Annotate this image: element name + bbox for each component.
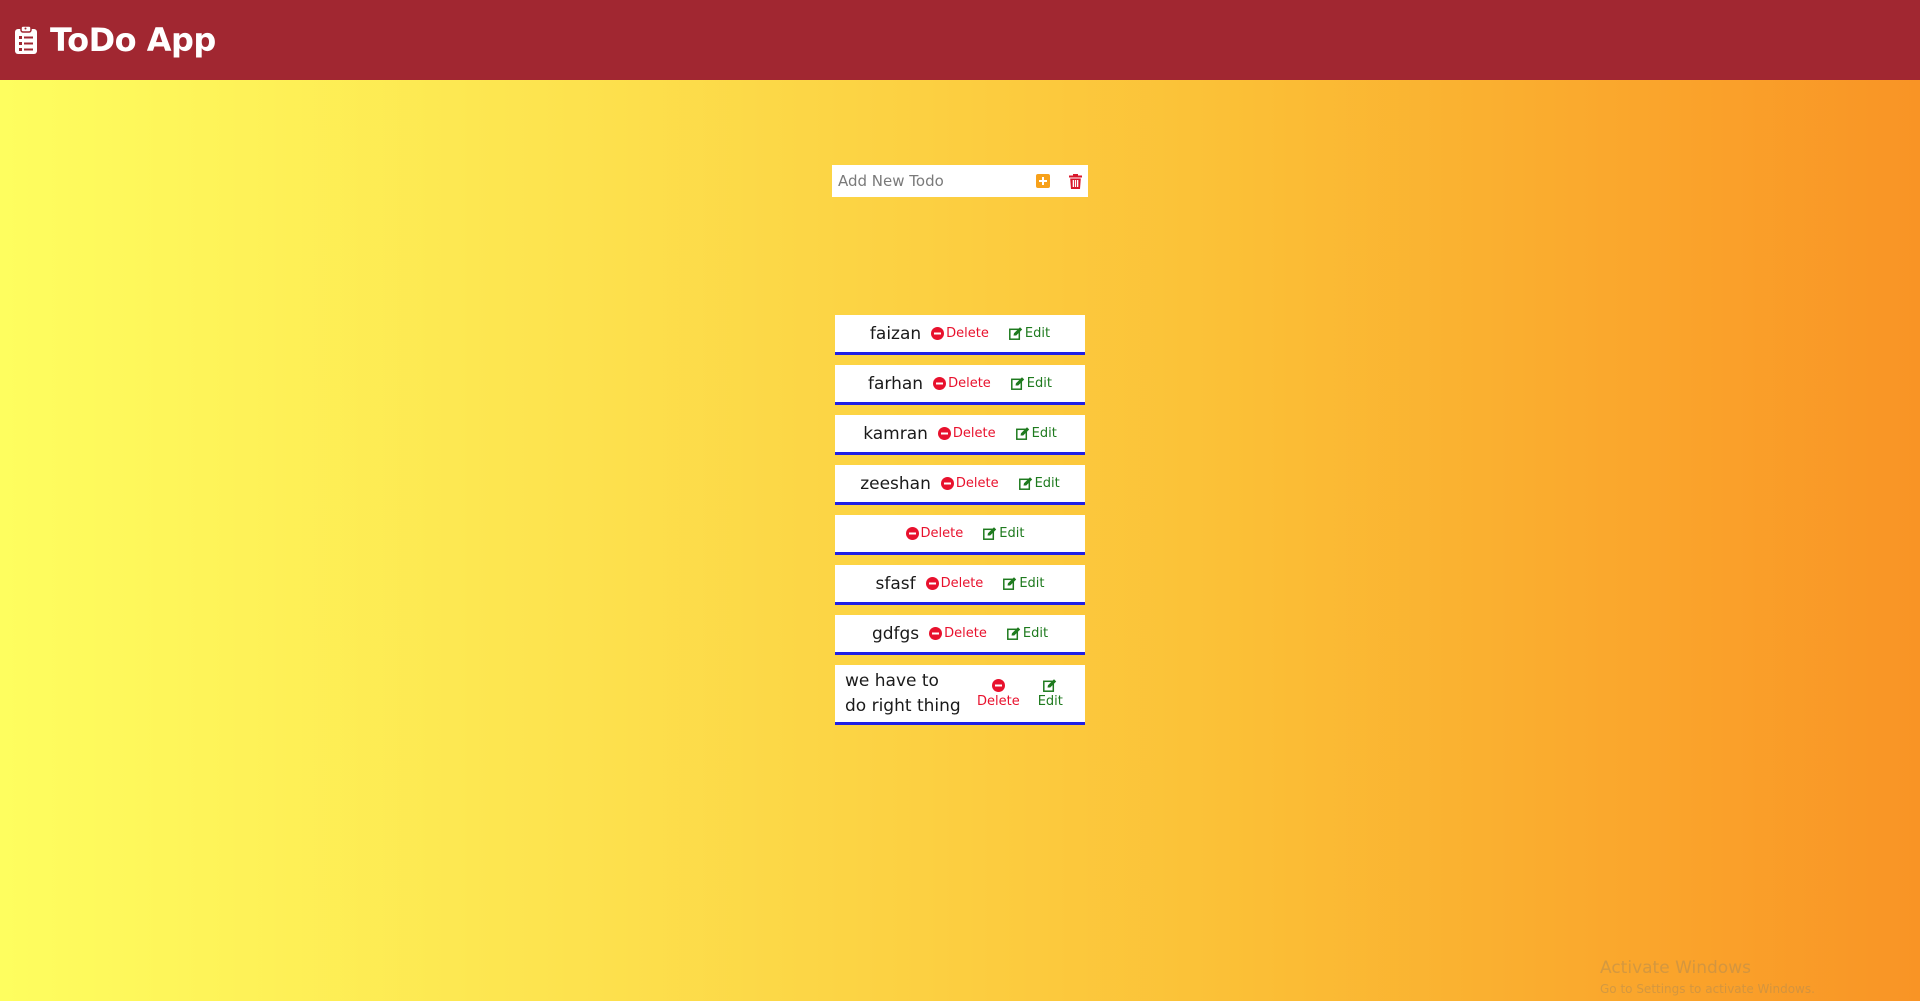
edit-icon — [983, 527, 997, 540]
edit-icon — [1010, 377, 1024, 390]
edit-todo-button[interactable]: Edit — [1018, 476, 1060, 491]
minus-circle-icon — [940, 477, 954, 490]
delete-todo-button[interactable]: Delete — [940, 476, 999, 491]
todo-text: we have to do right thing — [845, 670, 961, 716]
edit-todo-button[interactable]: Edit — [1006, 626, 1049, 641]
todo-item: farhan Delete Edit — [835, 365, 1085, 405]
todo-item: sfasf Delete Edit — [835, 565, 1085, 605]
todo-text: sfasf — [875, 573, 916, 594]
delete-label: Delete — [955, 476, 999, 491]
minus-circle-icon — [929, 627, 943, 640]
delete-all-button[interactable] — [1064, 170, 1086, 192]
edit-icon — [1018, 477, 1032, 490]
minus-circle-icon — [905, 527, 919, 540]
delete-label: Delete — [977, 693, 1020, 709]
watermark-title: Activate Windows — [1600, 958, 1751, 978]
delete-todo-button[interactable]: Delete — [977, 678, 1020, 709]
minus-circle-icon — [931, 327, 945, 340]
app-title: ToDo App — [50, 21, 216, 59]
watermark-subtitle: Go to Settings to activate Windows. — [1600, 982, 1815, 996]
edit-icon — [1006, 627, 1021, 640]
todo-text: gdfgs — [871, 623, 920, 644]
todo-item: we have to do right thing Delete Edit — [835, 665, 1085, 725]
edit-todo-button[interactable]: Edit — [1008, 326, 1051, 341]
todo-text: farhan — [868, 373, 924, 394]
edit-icon — [1015, 427, 1029, 440]
delete-todo-button[interactable]: Delete — [931, 326, 989, 341]
edit-label: Edit — [1034, 476, 1060, 491]
edit-label: Edit — [1019, 576, 1045, 591]
edit-todo-button[interactable]: Edit — [1010, 376, 1052, 391]
todo-item: faizan Delete Edit — [835, 315, 1085, 355]
edit-icon — [1043, 678, 1057, 692]
edit-label: Edit — [999, 526, 1025, 541]
add-todo-bar — [832, 165, 1088, 197]
edit-label: Edit — [1037, 693, 1063, 709]
minus-circle-icon — [991, 678, 1005, 692]
edit-todo-button[interactable]: Edit — [983, 526, 1024, 541]
delete-todo-button[interactable]: Delete — [929, 626, 987, 641]
delete-label: Delete — [944, 626, 987, 641]
edit-label: Edit — [1022, 626, 1049, 641]
edit-label: Edit — [1026, 376, 1052, 391]
navbar: ToDo App — [0, 0, 1920, 80]
minus-circle-icon — [933, 377, 947, 390]
edit-todo-button[interactable]: Edit — [1003, 576, 1045, 591]
todo-list: faizan Delete Edit farhan Delete Edit ka… — [835, 315, 1085, 735]
activate-windows-watermark: Activate Windows Go to Settings to activ… — [1600, 958, 1815, 996]
todo-item: kamran Delete Edit — [835, 415, 1085, 455]
add-todo-input[interactable] — [836, 166, 1026, 196]
minus-circle-icon — [925, 577, 939, 590]
plus-square-icon — [1036, 174, 1050, 188]
minus-circle-icon — [937, 427, 951, 440]
delete-todo-button[interactable]: Delete — [937, 426, 996, 441]
edit-icon — [1008, 327, 1023, 340]
delete-label: Delete — [952, 426, 996, 441]
todo-item: gdfgs Delete Edit — [835, 615, 1085, 655]
edit-todo-button[interactable]: Edit — [1015, 426, 1057, 441]
todo-item: Delete Edit — [835, 515, 1085, 555]
todo-item: zeeshan Delete Edit — [835, 465, 1085, 505]
todo-text: kamran — [863, 423, 928, 444]
clipboard-list-icon — [14, 25, 38, 55]
todo-text: zeeshan — [860, 473, 931, 494]
add-todo-button[interactable] — [1032, 170, 1054, 192]
delete-todo-button[interactable]: Delete — [925, 576, 984, 591]
delete-label: Delete — [948, 376, 991, 391]
delete-label: Delete — [920, 526, 964, 541]
edit-icon — [1003, 577, 1017, 590]
delete-todo-button[interactable]: Delete — [933, 376, 991, 391]
delete-label: Delete — [940, 576, 984, 591]
edit-label: Edit — [1024, 326, 1051, 341]
brand[interactable]: ToDo App — [14, 21, 216, 59]
delete-todo-button[interactable]: Delete — [905, 526, 964, 541]
delete-label: Delete — [946, 326, 989, 341]
edit-label: Edit — [1031, 426, 1057, 441]
edit-todo-button[interactable]: Edit — [1037, 678, 1063, 709]
todo-text: faizan — [869, 323, 922, 344]
trash-icon — [1068, 173, 1082, 189]
